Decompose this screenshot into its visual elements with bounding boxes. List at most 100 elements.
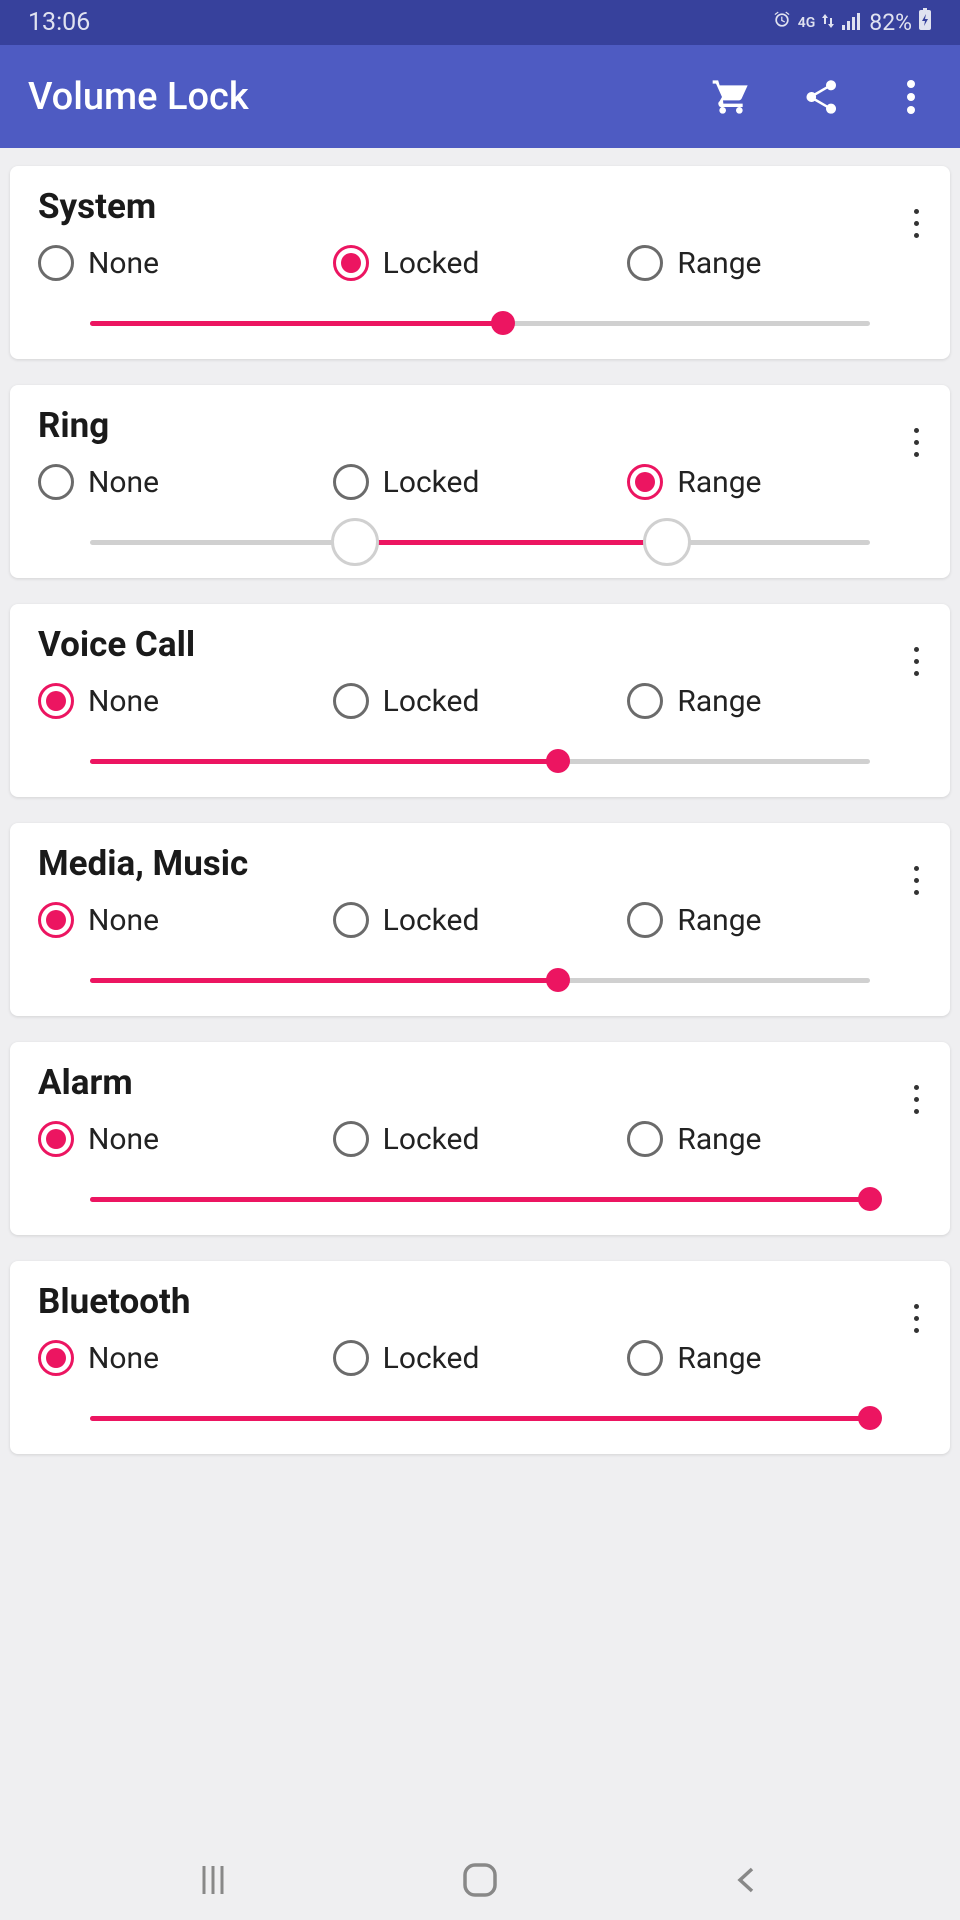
card-menu-icon[interactable] xyxy=(904,198,928,248)
radio-option-range[interactable]: Range xyxy=(627,902,922,938)
radio-label: Range xyxy=(677,246,761,281)
radio-label: None xyxy=(88,246,159,281)
card-menu-icon[interactable] xyxy=(904,417,928,467)
slider-range-thumb-high[interactable] xyxy=(643,518,691,566)
radio-option-none[interactable]: None xyxy=(38,464,333,500)
slider-fill xyxy=(90,1416,870,1421)
radio-icon xyxy=(333,683,369,719)
card-title: Bluetooth xyxy=(10,1281,950,1322)
card-menu-icon[interactable] xyxy=(904,855,928,905)
slider-fill xyxy=(90,759,558,764)
radio-label: Locked xyxy=(383,465,480,500)
radio-option-locked[interactable]: Locked xyxy=(333,1340,628,1376)
radio-label: None xyxy=(88,1122,159,1157)
slider-thumb[interactable] xyxy=(546,968,570,992)
more-icon[interactable] xyxy=(890,76,932,118)
radio-row: None Locked Range xyxy=(10,446,950,500)
radio-label: None xyxy=(88,684,159,719)
radio-option-none[interactable]: None xyxy=(38,1121,333,1157)
radio-row: None Locked Range xyxy=(10,1322,950,1376)
app-bar: Volume Lock xyxy=(0,45,960,148)
status-time: 13:06 xyxy=(28,8,90,37)
radio-option-locked[interactable]: Locked xyxy=(333,1121,628,1157)
card-title: Alarm xyxy=(10,1062,950,1103)
app-title: Volume Lock xyxy=(28,75,710,119)
battery-icon xyxy=(918,8,932,37)
radio-icon xyxy=(627,464,663,500)
radio-label: Range xyxy=(677,465,761,500)
card-menu-icon[interactable] xyxy=(904,636,928,686)
radio-option-locked[interactable]: Locked xyxy=(333,902,628,938)
radio-option-none[interactable]: None xyxy=(38,245,333,281)
radio-option-none[interactable]: None xyxy=(38,683,333,719)
data-arrows-icon xyxy=(821,8,835,37)
volume-slider[interactable] xyxy=(10,719,950,769)
back-button[interactable] xyxy=(717,1850,777,1910)
volume-card: Media, Music None Locked Range xyxy=(10,823,950,1016)
card-title: Voice Call xyxy=(10,624,950,665)
status-bar: 13:06 4G 82% xyxy=(0,0,960,45)
volume-card: Bluetooth None Locked Range xyxy=(10,1261,950,1454)
card-menu-icon[interactable] xyxy=(904,1293,928,1343)
radio-option-range[interactable]: Range xyxy=(627,1340,922,1376)
radio-option-range[interactable]: Range xyxy=(627,245,922,281)
radio-option-range[interactable]: Range xyxy=(627,683,922,719)
volume-slider[interactable] xyxy=(10,1157,950,1207)
volume-card: SystemNoneLockedRange xyxy=(10,166,950,359)
radio-icon xyxy=(38,464,74,500)
radio-label: None xyxy=(88,903,159,938)
radio-row: None Locked Range xyxy=(10,884,950,938)
radio-option-range[interactable]: Range xyxy=(627,1121,922,1157)
radio-label: None xyxy=(88,1341,159,1376)
slider-fill xyxy=(90,978,558,983)
radio-option-locked[interactable]: Locked xyxy=(333,464,628,500)
volume-slider[interactable] xyxy=(10,500,950,550)
navigation-bar xyxy=(0,1840,960,1920)
radio-option-locked[interactable]: Locked xyxy=(333,683,628,719)
card-menu-icon[interactable] xyxy=(904,1074,928,1124)
radio-label: Locked xyxy=(383,684,480,719)
radio-label: Range xyxy=(677,1122,761,1157)
radio-icon xyxy=(627,1121,663,1157)
radio-icon xyxy=(627,902,663,938)
card-title: Media, Music xyxy=(10,843,950,884)
radio-row: None Locked Range xyxy=(10,665,950,719)
volume-card: RingNoneLockedRange xyxy=(10,385,950,578)
volume-slider[interactable] xyxy=(10,281,950,331)
volume-card: Alarm None Locked Range xyxy=(10,1042,950,1235)
cart-icon[interactable] xyxy=(710,76,752,118)
slider-thumb[interactable] xyxy=(546,749,570,773)
radio-label: None xyxy=(88,465,159,500)
slider-range-thumb-low[interactable] xyxy=(331,518,379,566)
home-button[interactable] xyxy=(450,1850,510,1910)
network-type: 4G xyxy=(798,15,816,31)
share-icon[interactable] xyxy=(800,76,842,118)
radio-row: None Locked Range xyxy=(10,1103,950,1157)
radio-option-range[interactable]: Range xyxy=(627,464,922,500)
slider-thumb[interactable] xyxy=(858,1187,882,1211)
volume-card: Voice Call None Locked Range xyxy=(10,604,950,797)
slider-fill xyxy=(355,540,667,545)
radio-row: None Locked Range xyxy=(10,227,950,281)
slider-fill xyxy=(90,1197,870,1202)
recents-button[interactable] xyxy=(183,1850,243,1910)
radio-icon xyxy=(627,245,663,281)
radio-label: Range xyxy=(677,903,761,938)
radio-icon xyxy=(333,1340,369,1376)
radio-icon xyxy=(333,464,369,500)
volume-slider[interactable] xyxy=(10,938,950,988)
radio-label: Range xyxy=(677,1341,761,1376)
slider-thumb[interactable] xyxy=(491,311,515,335)
radio-label: Locked xyxy=(383,246,480,281)
content-area: SystemNoneLockedRangeRingNoneLockedRange… xyxy=(0,148,960,1840)
radio-icon xyxy=(333,245,369,281)
volume-slider[interactable] xyxy=(10,1376,950,1426)
radio-icon xyxy=(38,1340,74,1376)
slider-thumb[interactable] xyxy=(858,1406,882,1430)
battery-percent: 82% xyxy=(869,9,912,36)
radio-option-none[interactable]: None xyxy=(38,1340,333,1376)
radio-option-locked[interactable]: Locked xyxy=(333,245,628,281)
radio-option-none[interactable]: None xyxy=(38,902,333,938)
radio-label: Locked xyxy=(383,903,480,938)
slider-fill xyxy=(90,321,503,326)
